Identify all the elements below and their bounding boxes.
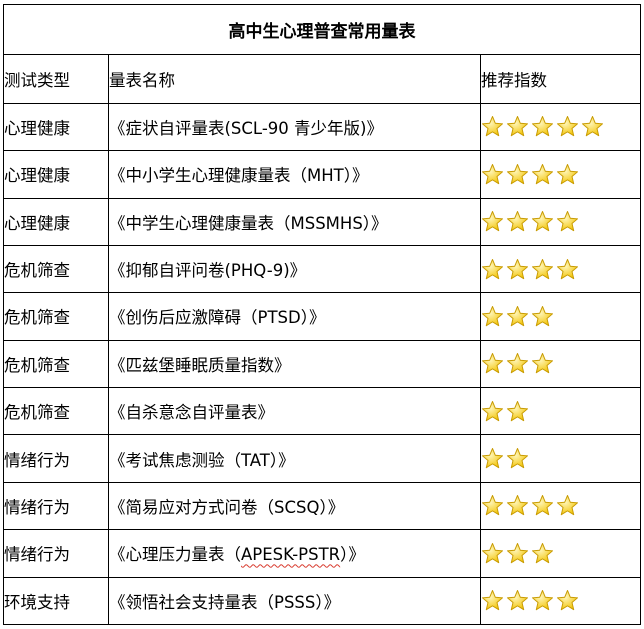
star-icon bbox=[506, 542, 529, 564]
scale-name-cell: 《症状自评量表(SCL-90 青少年版)》 bbox=[108, 102, 481, 152]
scale-name-suffix: ）》 bbox=[340, 545, 365, 565]
star-icon bbox=[506, 116, 529, 137]
table-row: 危机筛查 《创伤后应激障碍（PTSD）》 bbox=[3, 292, 642, 341]
star-rating bbox=[479, 434, 642, 483]
scale-name-cell: 《抑郁自评问卷(PHQ-9)》 bbox=[108, 244, 481, 294]
test-type-cell: 情绪行为 bbox=[3, 434, 109, 483]
star-icon bbox=[581, 116, 604, 137]
star-icon bbox=[506, 305, 529, 327]
scale-name-prefix: 《心理压力量表（ bbox=[109, 545, 241, 565]
star-icon bbox=[506, 211, 529, 232]
test-type-cell: 环境支持 bbox=[3, 576, 109, 626]
star-icon bbox=[481, 353, 504, 374]
star-icon bbox=[556, 590, 579, 611]
star-icon bbox=[506, 495, 529, 516]
star-icon bbox=[481, 495, 504, 516]
star-icon bbox=[556, 211, 579, 232]
header-recommendation: 推荐指数 bbox=[479, 54, 642, 104]
star-icon bbox=[531, 353, 554, 374]
test-type-cell: 危机筛查 bbox=[3, 244, 109, 294]
star-rating bbox=[479, 387, 642, 436]
test-type-cell: 情绪行为 bbox=[3, 529, 109, 578]
star-icon bbox=[506, 163, 529, 185]
test-type-cell: 心理健康 bbox=[3, 197, 109, 246]
psych-scales-table: 高中生心理普查常用量表 测试类型 量表名称 推荐指数 心理健康 《症状自评量表(… bbox=[2, 3, 642, 626]
scale-name-cell: 《领悟社会支持量表（PSSS）》 bbox=[108, 576, 481, 626]
star-icon bbox=[556, 258, 579, 279]
table-row: 心理健康 《中学生心理健康量表（MSSMHS）》 bbox=[3, 197, 642, 246]
star-rating bbox=[479, 244, 642, 294]
scale-name-cell: 《中小学生心理健康量表（MHT）》 bbox=[108, 150, 481, 199]
table-row: 环境支持 《领悟社会支持量表（PSSS）》 bbox=[3, 576, 642, 626]
spellcheck-flagged-text: APESK-PSTR bbox=[241, 545, 341, 565]
star-icon bbox=[531, 211, 554, 232]
star-icon bbox=[481, 590, 504, 611]
star-rating bbox=[479, 576, 642, 626]
test-type-cell: 心理健康 bbox=[3, 102, 109, 152]
scale-name-cell: 《考试焦虑测验（TAT）》 bbox=[108, 434, 481, 483]
document-page: 高中生心理普查常用量表 测试类型 量表名称 推荐指数 心理健康 《症状自评量表(… bbox=[0, 0, 644, 629]
table-row: 危机筛查 《匹兹堡睡眠质量指数》 bbox=[3, 339, 642, 389]
star-icon bbox=[531, 116, 554, 137]
star-icon bbox=[481, 258, 504, 279]
star-icon bbox=[506, 258, 529, 279]
star-rating bbox=[479, 481, 642, 531]
star-icon bbox=[531, 495, 554, 516]
star-rating bbox=[479, 197, 642, 246]
table-row: 危机筛查 《自杀意念自评量表》 bbox=[3, 387, 642, 436]
table-row: 情绪行为 《心理压力量表（APESK-PSTR）》 bbox=[3, 529, 642, 578]
star-icon bbox=[556, 495, 579, 516]
table-row: 心理健康 《症状自评量表(SCL-90 青少年版)》 bbox=[3, 102, 642, 152]
scale-name-cell: 《自杀意念自评量表》 bbox=[108, 387, 481, 436]
table-header-row: 测试类型 量表名称 推荐指数 bbox=[3, 54, 642, 104]
star-icon bbox=[506, 400, 529, 421]
star-rating bbox=[479, 102, 642, 152]
star-icon bbox=[531, 305, 554, 327]
star-icon bbox=[481, 400, 504, 421]
star-icon bbox=[506, 590, 529, 611]
star-icon bbox=[481, 305, 504, 327]
star-icon bbox=[481, 448, 504, 469]
star-icon bbox=[556, 163, 579, 185]
test-type-cell: 危机筛查 bbox=[3, 339, 109, 389]
table-title-row: 高中生心理普查常用量表 bbox=[2, 3, 642, 56]
star-icon bbox=[531, 590, 554, 611]
star-icon bbox=[531, 542, 554, 564]
scale-name-cell: 《中学生心理健康量表（MSSMHS）》 bbox=[108, 197, 481, 246]
table-row: 情绪行为 《简易应对方式问卷（SCSQ）》 bbox=[3, 481, 642, 531]
star-icon bbox=[556, 116, 579, 137]
star-rating bbox=[479, 292, 642, 341]
test-type-cell: 情绪行为 bbox=[3, 481, 109, 531]
star-icon bbox=[481, 211, 504, 232]
test-type-cell: 危机筛查 bbox=[3, 292, 109, 341]
star-icon bbox=[481, 542, 504, 564]
table-row: 危机筛查 《抑郁自评问卷(PHQ-9)》 bbox=[3, 244, 642, 294]
scale-name-cell: 《创伤后应激障碍（PTSD）》 bbox=[108, 292, 481, 341]
star-icon bbox=[506, 353, 529, 374]
star-rating bbox=[479, 529, 642, 578]
star-icon bbox=[481, 163, 504, 185]
scale-name-cell: 《匹兹堡睡眠质量指数》 bbox=[108, 339, 481, 389]
star-rating bbox=[479, 150, 642, 199]
scale-name-cell: 《简易应对方式问卷（SCSQ）》 bbox=[108, 481, 481, 531]
scale-name-cell: 《心理压力量表（APESK-PSTR）》 bbox=[108, 529, 481, 578]
star-icon bbox=[506, 448, 529, 469]
header-scale-name: 量表名称 bbox=[108, 54, 481, 104]
table-title: 高中生心理普查常用量表 bbox=[2, 3, 642, 56]
test-type-cell: 心理健康 bbox=[3, 150, 109, 199]
table-row: 情绪行为 《考试焦虑测验（TAT）》 bbox=[3, 434, 642, 483]
star-icon bbox=[531, 258, 554, 279]
header-test-type: 测试类型 bbox=[3, 54, 109, 104]
star-icon bbox=[481, 116, 504, 137]
star-icon bbox=[531, 163, 554, 185]
table-row: 心理健康 《中小学生心理健康量表（MHT）》 bbox=[3, 150, 642, 199]
star-rating bbox=[479, 339, 642, 389]
test-type-cell: 危机筛查 bbox=[3, 387, 109, 436]
